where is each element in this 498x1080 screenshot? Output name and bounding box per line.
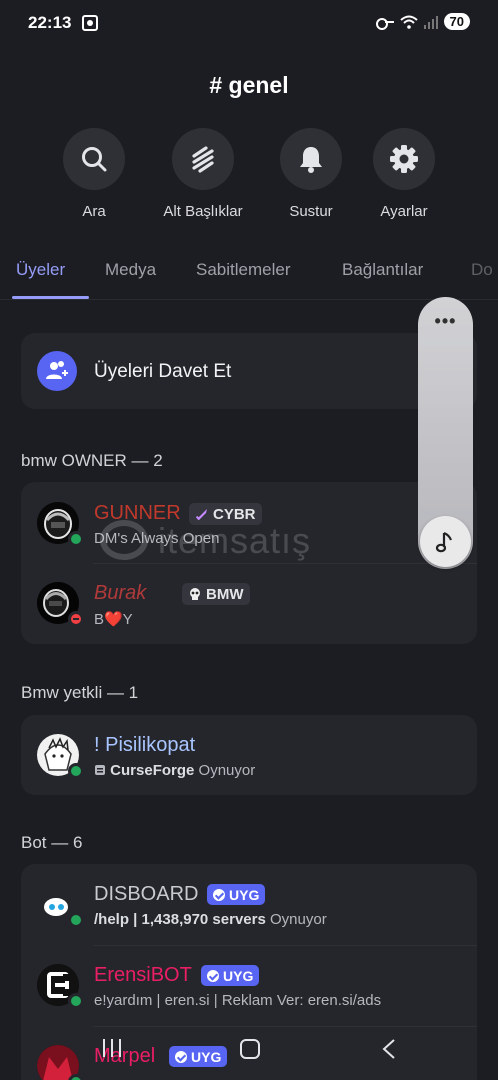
settings-action[interactable]: Ayarlar [349, 128, 459, 220]
member-custom-status: DM's Always Open [94, 530, 220, 547]
search-button[interactable] [63, 128, 125, 190]
status-icons: 70 [375, 13, 470, 30]
member-name: DISBOARD [94, 883, 199, 905]
member-row-erensibot[interactable]: ErensiBOT UYG e!yardım | eren.si | Rekla… [21, 945, 477, 1025]
channel-title: # genel [209, 72, 289, 98]
member-name: ErensiBOT [94, 964, 192, 986]
invite-members-button[interactable]: Üyeleri Davet Et [21, 333, 477, 409]
sword-icon [195, 509, 207, 521]
music-button[interactable] [420, 516, 471, 567]
threads-label: Alt Başlıklar [163, 203, 243, 220]
home-icon[interactable] [239, 1038, 261, 1060]
member-list-owner: GUNNER CYBR DM's Always Open Burak BMW B… [21, 482, 477, 644]
settings-button[interactable] [373, 128, 435, 190]
invite-label: Üyeleri Davet Et [94, 361, 232, 382]
member-list-moderators: ! Pisilikopat CurseForge Oynuyor [21, 715, 477, 795]
member-name: Burak [94, 582, 147, 604]
key-icon [375, 17, 394, 30]
member-activity: CurseForge Oynuyor [94, 762, 255, 779]
gear-icon [390, 145, 418, 173]
search-icon [82, 147, 107, 172]
search-action[interactable]: Ara [39, 128, 149, 220]
activity-app: CurseForge [110, 762, 195, 779]
skull-icon [190, 588, 200, 600]
add-user-icon [37, 351, 77, 391]
tab-bar: Üyeler Medya Sabitlemeler Bağlantılar Do [0, 250, 498, 300]
member-activity: /help | 1,438,970 servers Oynuyor [94, 911, 327, 928]
channel-actions: Ara Alt Başlıklar Sustur Ayarlar [0, 128, 498, 228]
member-name: GUNNER [94, 502, 181, 524]
battery-indicator: 70 [443, 13, 470, 30]
floating-media-controls[interactable]: ••• [418, 297, 473, 569]
activity-suffix: Oynuyor [270, 911, 327, 928]
guild-tag-text: CYBR [213, 505, 256, 523]
member-custom-status: e!yardım | eren.si | Reklam Ver: eren.si… [94, 992, 382, 1009]
member-row-burak[interactable]: Burak BMW B❤️Y [21, 563, 477, 643]
verified-check-icon [213, 888, 225, 901]
back-icon[interactable] [381, 1038, 397, 1060]
avatar [37, 502, 84, 547]
music-note-icon [435, 531, 452, 552]
wifi-icon [399, 15, 418, 29]
member-row-disboard[interactable]: DISBOARD UYG /help | 1,438,970 servers O… [21, 864, 477, 944]
active-tab-indicator [12, 296, 89, 299]
section-title-owner: bmw OWNER — 2 [21, 451, 163, 470]
app-badge: UYG [201, 965, 260, 986]
member-name: ! Pisilikopat [94, 734, 196, 756]
member-custom-status: B❤️Y [94, 611, 133, 628]
tab-media[interactable]: Medya [105, 260, 156, 280]
app-badge-text: UYG [229, 886, 260, 903]
screenshot-icon [82, 15, 98, 31]
app-badge-text: UYG [223, 967, 254, 984]
online-status-icon [68, 763, 84, 779]
online-status-icon [68, 993, 84, 1009]
game-icon [95, 765, 105, 775]
recent-apps-icon[interactable] [100, 1038, 124, 1058]
status-bar: 22:13 70 [0, 0, 498, 48]
bell-icon [300, 147, 322, 173]
more-options-icon[interactable]: ••• [418, 311, 473, 332]
signal-icon [423, 15, 438, 29]
avatar [37, 883, 84, 928]
dnd-status-icon [68, 611, 84, 627]
verified-check-icon [207, 969, 219, 982]
avatar [37, 734, 84, 779]
tab-members[interactable]: Üyeler [16, 260, 65, 280]
activity-app: /help | 1,438,970 servers [94, 911, 266, 928]
online-status-icon [68, 912, 84, 928]
tab-pins[interactable]: Sabitlemeler [196, 260, 291, 280]
tab-docs[interactable]: Do [471, 260, 493, 280]
threads-button[interactable] [172, 128, 234, 190]
threads-icon [192, 146, 214, 173]
activity-suffix: Oynuyor [198, 762, 256, 779]
member-row-gunner[interactable]: GUNNER CYBR DM's Always Open [21, 483, 477, 563]
app-badge: UYG [207, 884, 266, 905]
guild-tag: CYBR [189, 503, 262, 525]
avatar [37, 582, 84, 627]
guild-tag: BMW [182, 583, 250, 605]
member-row-pisilikopat[interactable]: ! Pisilikopat CurseForge Oynuyor [21, 715, 477, 795]
online-status-icon [68, 531, 84, 547]
system-nav-bar [0, 1020, 498, 1080]
threads-action[interactable]: Alt Başlıklar [148, 128, 258, 220]
section-title-bots: Bot — 6 [21, 833, 83, 852]
mute-button[interactable] [280, 128, 342, 190]
avatar [37, 964, 84, 1009]
guild-tag-text: BMW [206, 585, 244, 603]
section-title-moderators: Bmw yetkli — 1 [21, 683, 139, 702]
tab-links[interactable]: Bağlantılar [342, 260, 423, 280]
settings-label: Ayarlar [380, 203, 428, 220]
search-label: Ara [82, 203, 106, 220]
status-time: 22:13 [28, 13, 72, 32]
